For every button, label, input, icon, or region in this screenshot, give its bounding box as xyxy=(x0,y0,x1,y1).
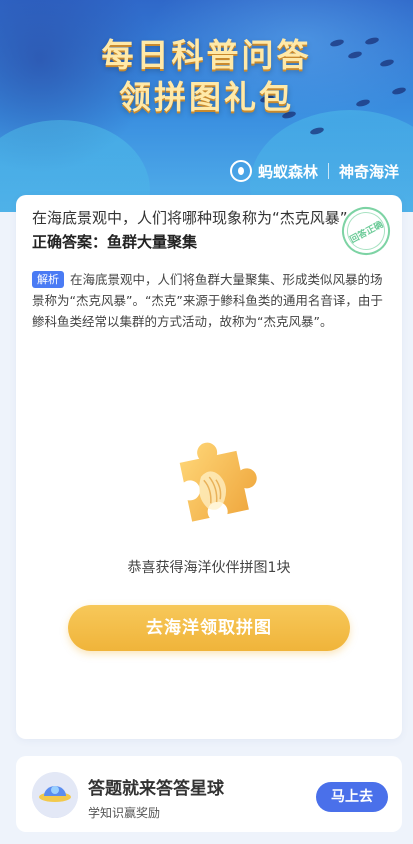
stamp-label: 回答正确 xyxy=(348,219,385,246)
quiz-card: 在海底景观中，人们将哪种现象称为“杰克风暴” 正确答案：鱼群大量聚集 回答正确 … xyxy=(16,195,402,739)
hero-banner: 每日科普问答 领拼图礼包 蚂蚁森林 神奇海洋 xyxy=(0,0,413,212)
promo-card[interactable]: 答题就来答答星球 学知识赢奖励 马上去 xyxy=(16,756,402,832)
reward-text: 恭喜获得海洋伙伴拼图1块 xyxy=(127,560,291,576)
explanation-text: 在海底景观中，人们将鱼群大量聚集、形成类似风暴的场景称为“杰克风暴”。“杰克”来… xyxy=(32,272,383,329)
promo-subtitle: 学知识赢奖励 xyxy=(88,806,161,820)
promo-title: 答题就来答答星球 xyxy=(88,779,224,799)
brand-magic-ocean: 神奇海洋 xyxy=(338,162,399,181)
go-now-button[interactable]: 马上去 xyxy=(316,782,388,812)
brand-ant-forest: 蚂蚁森林 xyxy=(257,162,318,181)
puzzle-piece-icon xyxy=(179,442,257,522)
correct-answer: 正确答案：鱼群大量聚集 xyxy=(32,233,198,251)
question-text: 在海底景观中，人们将哪种现象称为“杰克风暴” xyxy=(32,209,348,227)
claim-puzzle-button[interactable]: 去海洋领取拼图 xyxy=(68,605,350,651)
ant-icon xyxy=(229,160,252,182)
explanation-tag: 解析 xyxy=(32,271,64,288)
brand-divider xyxy=(327,163,329,179)
hero-title-line2: 领拼图礼包 xyxy=(118,78,294,116)
explanation: 解析 在海底景观中，人们将鱼群大量聚集、形成类似风暴的场景称为“杰克风暴”。“杰克… xyxy=(32,269,384,332)
planet-icon xyxy=(32,772,78,818)
hero-title-line1: 每日科普问答 xyxy=(101,36,312,74)
brand-row: 蚂蚁森林 神奇海洋 xyxy=(229,160,399,182)
